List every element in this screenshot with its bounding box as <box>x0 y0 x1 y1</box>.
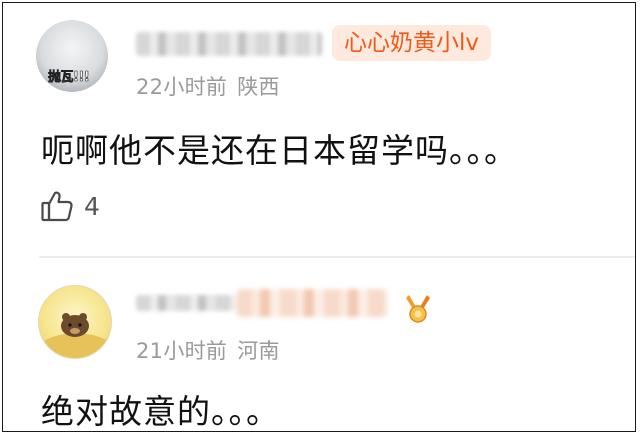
avatar[interactable] <box>38 285 112 359</box>
username-blurred[interactable] <box>136 32 322 56</box>
comment-meta: 22小时前 陕西 <box>136 71 280 101</box>
comment-text: 绝对故意的。。。 <box>41 392 280 431</box>
comment-item: 抛瓦!!! 心心奶黄小lv 22小时前 陕西 呃啊他不是还在日本留学吗。。。 4 <box>3 3 635 257</box>
avatar[interactable]: 抛瓦!!! <box>36 20 108 92</box>
username-blurred[interactable] <box>136 295 236 311</box>
comment-screenshot-frame: 抛瓦!!! 心心奶黄小lv 22小时前陕西 呃啊他不是还在日本留学吗。。。 4 <box>2 2 636 432</box>
like-count: 4 <box>84 191 100 221</box>
fan-badge-blurred[interactable] <box>236 289 388 317</box>
comment-meta: 21小时前 河南 <box>136 335 280 365</box>
comment-time: 22小时前 <box>136 75 228 99</box>
comment-location: 陕西 <box>237 75 280 99</box>
comment-item: 21小时前 河南 绝对故意的。。。 <box>3 261 635 431</box>
comment-time: 21小时前 <box>136 339 228 363</box>
divider <box>39 256 635 258</box>
bear-avatar-icon <box>45 313 107 358</box>
comment-text: 呃啊他不是还在日本留学吗。。。 <box>41 131 518 170</box>
medal-icon[interactable] <box>401 291 435 325</box>
thumbs-up-icon <box>41 191 73 222</box>
comment-location: 河南 <box>237 339 280 363</box>
fan-badge[interactable]: 心心奶黄小lv <box>332 25 492 61</box>
like-button[interactable]: 4 <box>40 186 100 226</box>
avatar-sticker-text: 抛瓦!!! <box>48 70 90 86</box>
